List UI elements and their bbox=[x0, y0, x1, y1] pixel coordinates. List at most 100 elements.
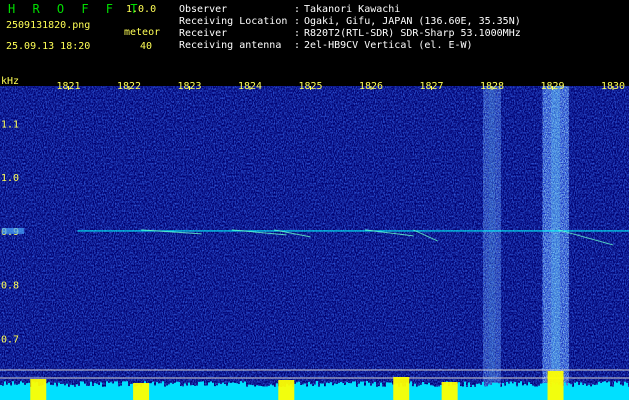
level-bar bbox=[468, 382, 470, 389]
level-bar bbox=[180, 386, 182, 389]
x-tick-label: 1826 bbox=[359, 81, 383, 92]
level-bar bbox=[114, 381, 116, 389]
level-bar bbox=[236, 383, 238, 389]
x-tick-label: 1823 bbox=[177, 81, 201, 92]
level-bar bbox=[418, 385, 420, 389]
level-bar bbox=[220, 384, 222, 389]
level-bar bbox=[256, 385, 258, 389]
level-bar bbox=[580, 382, 582, 389]
level-bar bbox=[100, 382, 102, 389]
level-peak bbox=[30, 379, 47, 400]
level-bar bbox=[576, 381, 578, 389]
level-bar bbox=[328, 383, 330, 389]
level-bar bbox=[438, 386, 440, 389]
level-bar bbox=[302, 384, 304, 389]
info-key: Receiving antenna bbox=[179, 40, 282, 51]
x-tick-label: 1828 bbox=[480, 81, 504, 92]
level-bar bbox=[522, 385, 524, 389]
level-bar bbox=[564, 382, 566, 389]
level-bar bbox=[584, 383, 586, 389]
spectrogram-chart: 1821 1822 1823 1824 1825 1826 1827 1828 1829 1830… bbox=[0, 76, 629, 400]
y-tick-label: 0.8 bbox=[1, 281, 19, 292]
level-bar bbox=[608, 381, 610, 389]
level-bar bbox=[486, 386, 488, 389]
level-bar bbox=[116, 381, 118, 389]
level-bar bbox=[182, 386, 184, 389]
x-tick-label: 1822 bbox=[117, 81, 141, 92]
level-bar bbox=[460, 386, 462, 389]
level-bar bbox=[520, 381, 522, 389]
level-bar bbox=[390, 382, 392, 389]
level-bar bbox=[426, 384, 428, 389]
level-bar bbox=[10, 385, 12, 389]
level-bar bbox=[234, 382, 236, 389]
level-bar bbox=[352, 381, 354, 389]
carrier-edge bbox=[2, 227, 24, 234]
level-bar bbox=[28, 382, 30, 389]
level-bar bbox=[332, 385, 334, 389]
level-bar bbox=[370, 385, 372, 389]
level-bar bbox=[356, 386, 358, 389]
level-bar bbox=[492, 382, 494, 389]
level-bar bbox=[12, 381, 14, 389]
level-bar bbox=[358, 383, 360, 389]
level-bar bbox=[152, 381, 154, 389]
level-bar bbox=[470, 386, 472, 389]
info-value: Takanori Kawachi bbox=[304, 4, 401, 15]
level-bar bbox=[66, 383, 68, 389]
level-bar bbox=[196, 385, 198, 389]
level-bar bbox=[248, 384, 250, 389]
app-version: 1.0.0 bbox=[126, 4, 157, 15]
x-tick-label: 1821 bbox=[56, 81, 80, 92]
level-bar bbox=[596, 384, 598, 389]
level-bar bbox=[268, 385, 270, 389]
info-value: Ogaki, Gifu, JAPAN (136.60E, 35.35N) bbox=[304, 16, 521, 27]
level-bar bbox=[150, 383, 152, 389]
level-bar bbox=[480, 384, 482, 389]
level-bar bbox=[304, 383, 306, 389]
level-bar bbox=[70, 384, 72, 389]
info-separator: : bbox=[294, 28, 301, 39]
level-bar bbox=[204, 385, 206, 389]
x-tick-label: 1827 bbox=[419, 81, 443, 92]
level-bar bbox=[298, 381, 300, 389]
level-bar bbox=[118, 386, 120, 389]
level-bar bbox=[374, 381, 376, 389]
level-bar bbox=[14, 384, 16, 389]
level-bar bbox=[94, 383, 96, 389]
level-bar bbox=[22, 382, 24, 389]
spectrogram-field bbox=[0, 86, 629, 400]
level-bar bbox=[476, 383, 478, 389]
level-bar bbox=[154, 385, 156, 389]
level-bar bbox=[130, 384, 132, 389]
level-bar bbox=[52, 385, 54, 389]
level-bar bbox=[538, 385, 540, 389]
level-bar bbox=[62, 383, 64, 389]
level-bar bbox=[108, 382, 110, 389]
level-bar bbox=[574, 382, 576, 389]
level-bar bbox=[378, 386, 380, 389]
level-bar bbox=[534, 386, 536, 389]
level-bar bbox=[222, 382, 224, 389]
level-bar bbox=[536, 386, 538, 389]
level-bar bbox=[368, 382, 370, 389]
level-bar bbox=[318, 386, 320, 389]
level-bar bbox=[214, 386, 216, 389]
level-bar bbox=[518, 382, 520, 389]
level-bar bbox=[168, 384, 170, 389]
info-key: Observer bbox=[179, 4, 228, 15]
level-bar bbox=[506, 381, 508, 389]
level-bar bbox=[604, 381, 606, 389]
level-bar bbox=[588, 384, 590, 389]
level-bar bbox=[184, 383, 186, 389]
level-bar bbox=[68, 386, 70, 389]
level-bar bbox=[48, 382, 50, 389]
level-bar bbox=[620, 384, 622, 389]
level-bar bbox=[202, 381, 204, 389]
level-bar bbox=[410, 381, 412, 389]
level-bar bbox=[524, 383, 526, 389]
level-bar bbox=[208, 382, 210, 389]
level-bar bbox=[376, 386, 378, 389]
level-bar bbox=[78, 385, 80, 389]
level-bar bbox=[64, 385, 66, 389]
